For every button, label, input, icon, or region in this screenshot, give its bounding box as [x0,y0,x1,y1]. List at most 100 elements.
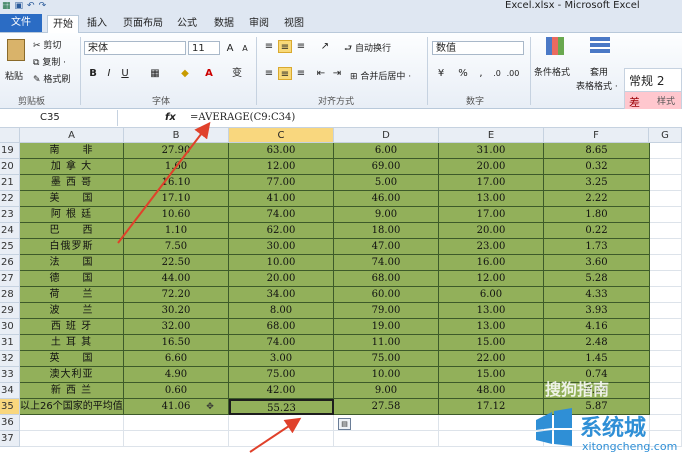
cell-d24[interactable]: 18.00 [334,223,439,239]
copy-button[interactable]: ⧉ 复制 · [33,55,66,68]
cell-a34[interactable]: 新 西 兰 [20,383,124,399]
cell-a23[interactable]: 阿 根 廷 [20,207,124,223]
cell-d35[interactable]: 27.58 [334,399,439,415]
cell-f26[interactable]: 3.60 [544,255,650,271]
cell-a37[interactable] [20,431,124,447]
borders-icon[interactable]: ▦ [148,67,162,80]
cell-d29[interactable]: 79.00 [334,303,439,319]
cell-a26[interactable]: 法 国 [20,255,124,271]
row-header[interactable]: 27 [0,271,20,287]
cell-c30[interactable]: 68.00 [229,319,334,335]
cell-g31[interactable] [650,335,682,351]
row-header[interactable]: 23 [0,207,20,223]
cell-c23[interactable]: 74.00 [229,207,334,223]
cell-d34[interactable]: 9.00 [334,383,439,399]
cell-b37[interactable] [124,431,229,447]
cell-b30[interactable]: 32.00 [124,319,229,335]
cell-b36[interactable] [124,415,229,431]
tab-data[interactable]: 数据 [209,15,239,32]
cell-e37[interactable] [439,431,544,447]
cell-a30[interactable]: 西 班 牙 [20,319,124,335]
cell-b27[interactable]: 44.00 [124,271,229,287]
cell-f30[interactable]: 4.16 [544,319,650,335]
cell-f22[interactable]: 2.22 [544,191,650,207]
cell-e23[interactable]: 17.00 [439,207,544,223]
cell-f31[interactable]: 2.48 [544,335,650,351]
cell-e29[interactable]: 13.00 [439,303,544,319]
cell-a33[interactable]: 澳大利亚 [20,367,124,383]
cell-a24[interactable]: 巴 西 [20,223,124,239]
cell-b19[interactable]: 27.90 [124,143,229,159]
cell-g32[interactable] [650,351,682,367]
cell-c32[interactable]: 3.00 [229,351,334,367]
shrink-font-icon[interactable]: A [238,42,252,55]
increase-decimal-icon[interactable]: .0 [490,67,504,80]
column-header-d[interactable]: D [334,128,439,143]
save-icon[interactable]: ▣ [15,1,24,11]
cell-b23[interactable]: 10.60 [124,207,229,223]
row-header[interactable]: 21 [0,175,20,191]
cell-e31[interactable]: 15.00 [439,335,544,351]
cell-b29[interactable]: 30.20 [124,303,229,319]
cut-button[interactable]: ✂ 剪切 [33,38,61,51]
row-header[interactable]: 31 [0,335,20,351]
cell-c22[interactable]: 41.00 [229,191,334,207]
cell-c31[interactable]: 74.00 [229,335,334,351]
row-header[interactable]: 22 [0,191,20,207]
orientation-icon[interactable]: ↗ [318,40,332,53]
undo-icon[interactable]: ↶ [27,1,35,11]
cell-c21[interactable]: 77.00 [229,175,334,191]
cell-g35[interactable] [650,399,682,415]
cell-f32[interactable]: 1.45 [544,351,650,367]
align-middle-icon[interactable]: ≡ [278,40,292,53]
cell-e22[interactable]: 13.00 [439,191,544,207]
row-header[interactable]: 28 [0,287,20,303]
column-header-e[interactable]: E [439,128,544,143]
cell-a31[interactable]: 土 耳 其 [20,335,124,351]
row-header[interactable]: 20 [0,159,20,175]
cell-g22[interactable] [650,191,682,207]
column-header-g[interactable]: G [649,128,682,143]
percent-icon[interactable]: % [456,67,470,80]
row-header[interactable]: 30 [0,319,20,335]
row-header[interactable]: 29 [0,303,20,319]
row-header[interactable]: 25 [0,239,20,255]
cell-e33[interactable]: 15.00 [439,367,544,383]
cell-c27[interactable]: 20.00 [229,271,334,287]
cell-c20[interactable]: 12.00 [229,159,334,175]
cell-f23[interactable]: 1.80 [544,207,650,223]
cell-f21[interactable]: 3.25 [544,175,650,191]
align-center-icon[interactable]: ≡ [278,67,292,80]
cell-e26[interactable]: 16.00 [439,255,544,271]
cell-b32[interactable]: 6.60 [124,351,229,367]
grow-font-icon[interactable]: A [223,42,237,55]
cell-f29[interactable]: 3.93 [544,303,650,319]
format-painter-button[interactable]: ✎ 格式刷 [33,72,70,85]
cell-f25[interactable]: 1.73 [544,239,650,255]
tab-home[interactable]: 开始 [47,15,79,33]
tab-insert[interactable]: 插入 [82,15,112,32]
cell-g23[interactable] [650,207,682,223]
number-format-select[interactable]: 数值 [432,41,524,55]
cell-a29[interactable]: 波 兰 [20,303,124,319]
cell-f28[interactable]: 4.33 [544,287,650,303]
row-header[interactable]: 32 [0,351,20,367]
cell-g24[interactable] [650,223,682,239]
cell-b21[interactable]: 16.10 [124,175,229,191]
currency-icon[interactable]: ¥ [434,67,448,80]
cell-e28[interactable]: 6.00 [439,287,544,303]
cell-b20[interactable]: 1.60 [124,159,229,175]
cell-e20[interactable]: 20.00 [439,159,544,175]
cell-b34[interactable]: 0.60 [124,383,229,399]
cell-d30[interactable]: 19.00 [334,319,439,335]
cell-g34[interactable] [650,383,682,399]
cell-d19[interactable]: 6.00 [334,143,439,159]
cell-a35[interactable]: 以上26个国家的平均值 [20,399,124,415]
row-header[interactable]: 19 [0,143,20,159]
cell-a28[interactable]: 荷 兰 [20,287,124,303]
cell-d33[interactable]: 10.00 [334,367,439,383]
cell-e35[interactable]: 17.12 [439,399,544,415]
cell-d23[interactable]: 9.00 [334,207,439,223]
cell-g30[interactable] [650,319,682,335]
formula-input[interactable]: =AVERAGE(C9:C34) [190,110,295,126]
